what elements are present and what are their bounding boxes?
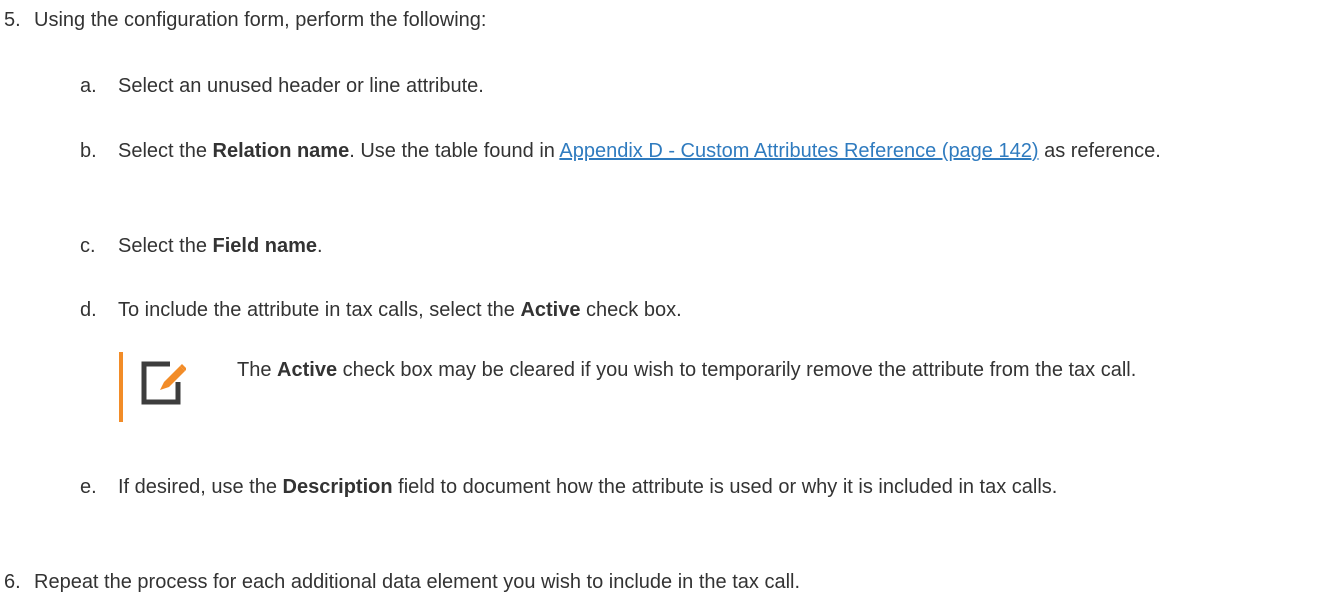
substep-letter: c.	[80, 235, 96, 257]
substep-text: If desired, use the Description field to…	[118, 472, 1303, 502]
text-run: .	[317, 235, 323, 257]
text-run: The	[237, 359, 278, 381]
text-run: . Use the table found in	[349, 140, 560, 162]
step-number: 5.	[4, 9, 21, 31]
step-number: 6.	[4, 571, 21, 593]
text-run: If desired, use the	[118, 476, 283, 498]
text-run: as reference.	[1038, 140, 1161, 162]
substep-text: To include the attribute in tax calls, s…	[118, 295, 1303, 325]
bold-term-active: Active	[277, 359, 338, 381]
text-run: check box may be cleared if you wish to …	[337, 359, 1137, 381]
text-run: Select the	[118, 235, 213, 257]
step-text: Using the configuration form, perform th…	[34, 9, 487, 31]
bold-term-relation-name: Relation name	[212, 140, 350, 162]
substep-letter: e.	[80, 476, 97, 498]
substep-text: Select the Field name.	[118, 231, 1303, 261]
note-callout: The Active check box may be cleared if y…	[119, 352, 1299, 422]
text-run: field to document how the attribute is u…	[392, 476, 1058, 498]
note-edit-icon	[140, 360, 187, 406]
note-text: The Active check box may be cleared if y…	[237, 355, 1297, 385]
substep-letter: d.	[80, 299, 97, 321]
bold-term-description: Description	[282, 476, 393, 498]
text-run: To include the attribute in tax calls, s…	[118, 299, 521, 321]
substep-text: Select the Relation name. Use the table …	[118, 136, 1303, 166]
text-run: check box.	[580, 299, 682, 321]
step-text: Repeat the process for each additional d…	[34, 571, 801, 593]
document-page: 5. Using the configuration form, perform…	[0, 0, 1342, 601]
appendix-d-link[interactable]: Appendix D - Custom Attributes Reference…	[559, 140, 1038, 162]
substep-letter: a.	[80, 75, 97, 97]
bold-term-field-name: Field name	[212, 235, 317, 257]
substep-text: Select an unused header or line attribut…	[118, 75, 484, 97]
bold-term-active: Active	[520, 299, 581, 321]
text-run: Select the	[118, 140, 213, 162]
note-accent-bar	[119, 352, 123, 422]
substep-letter: b.	[80, 140, 97, 162]
